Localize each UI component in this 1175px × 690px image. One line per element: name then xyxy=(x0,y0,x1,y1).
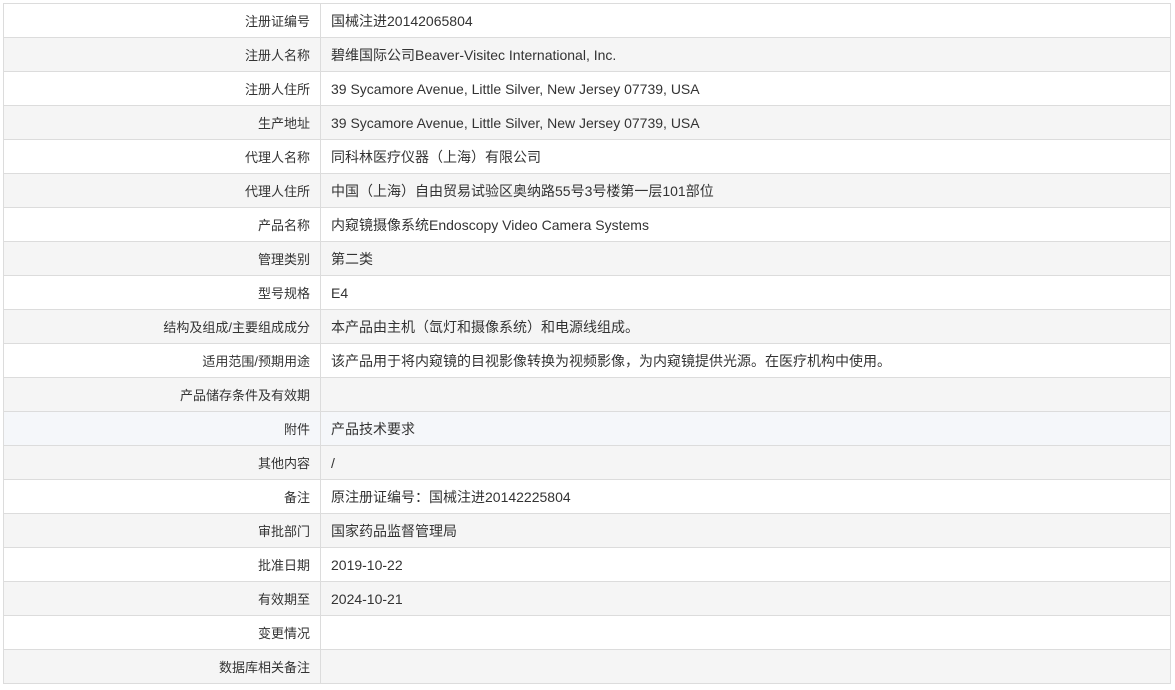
table-row-attachment: 附件 产品技术要求 xyxy=(3,411,1171,446)
row-value: 2019-10-22 xyxy=(320,547,1171,582)
row-value: 原注册证编号：国械注进20142225804 xyxy=(320,479,1171,514)
row-label: 管理类别 xyxy=(3,241,321,276)
row-label: 批准日期 xyxy=(3,547,321,582)
row-label: 其他内容 xyxy=(3,445,321,480)
row-label: 注册人名称 xyxy=(3,37,321,72)
row-label: 注册证编号 xyxy=(3,3,321,38)
table-row-registration-number: 注册证编号 国械注进20142065804 xyxy=(3,3,1171,38)
registration-detail-table: 注册证编号 国械注进20142065804 注册人名称 碧维国际公司Beaver… xyxy=(3,3,1171,684)
table-row-management-category: 管理类别 第二类 xyxy=(3,241,1171,276)
row-value: 39 Sycamore Avenue, Little Silver, New J… xyxy=(320,71,1171,106)
table-row-product-name: 产品名称 内窥镜摄像系统Endoscopy Video Camera Syste… xyxy=(3,207,1171,242)
table-row-registrant-address: 注册人住所 39 Sycamore Avenue, Little Silver,… xyxy=(3,71,1171,106)
table-row-agent-address: 代理人住所 中国（上海）自由贸易试验区奥纳路55号3号楼第一层101部位 xyxy=(3,173,1171,208)
row-value: 碧维国际公司Beaver-Visitec International, Inc. xyxy=(320,37,1171,72)
row-label: 有效期至 xyxy=(3,581,321,616)
row-value xyxy=(320,377,1171,412)
row-label: 型号规格 xyxy=(3,275,321,310)
row-label: 审批部门 xyxy=(3,513,321,548)
row-value: E4 xyxy=(320,275,1171,310)
table-row-intended-use: 适用范围/预期用途 该产品用于将内窥镜的目视影像转换为视频影像，为内窥镜提供光源… xyxy=(3,343,1171,378)
row-label: 附件 xyxy=(3,411,321,446)
table-row-valid-until: 有效期至 2024-10-21 xyxy=(3,581,1171,616)
row-label: 备注 xyxy=(3,479,321,514)
row-value: 该产品用于将内窥镜的目视影像转换为视频影像，为内窥镜提供光源。在医疗机构中使用。 xyxy=(320,343,1171,378)
row-value: 本产品由主机（氙灯和摄像系统）和电源线组成。 xyxy=(320,309,1171,344)
row-label: 数据库相关备注 xyxy=(3,649,321,684)
row-value: 内窥镜摄像系统Endoscopy Video Camera Systems xyxy=(320,207,1171,242)
row-label: 产品储存条件及有效期 xyxy=(3,377,321,412)
table-row-model-spec: 型号规格 E4 xyxy=(3,275,1171,310)
row-value: 国家药品监督管理局 xyxy=(320,513,1171,548)
row-value: / xyxy=(320,445,1171,480)
table-row-change-status: 变更情况 xyxy=(3,615,1171,650)
table-row-approval-department: 审批部门 国家药品监督管理局 xyxy=(3,513,1171,548)
table-row-approval-date: 批准日期 2019-10-22 xyxy=(3,547,1171,582)
table-row-agent-name: 代理人名称 同科林医疗仪器（上海）有限公司 xyxy=(3,139,1171,174)
row-value: 同科林医疗仪器（上海）有限公司 xyxy=(320,139,1171,174)
row-label: 适用范围/预期用途 xyxy=(3,343,321,378)
table-row-database-remarks: 数据库相关备注 xyxy=(3,649,1171,684)
row-value: 中国（上海）自由贸易试验区奥纳路55号3号楼第一层101部位 xyxy=(320,173,1171,208)
table-row-structure-composition: 结构及组成/主要组成成分 本产品由主机（氙灯和摄像系统）和电源线组成。 xyxy=(3,309,1171,344)
table-row-other-content: 其他内容 / xyxy=(3,445,1171,480)
row-value: 第二类 xyxy=(320,241,1171,276)
row-value: 产品技术要求 xyxy=(320,411,1171,446)
row-value: 39 Sycamore Avenue, Little Silver, New J… xyxy=(320,105,1171,140)
row-label: 注册人住所 xyxy=(3,71,321,106)
row-value xyxy=(320,615,1171,650)
row-value: 2024-10-21 xyxy=(320,581,1171,616)
row-value: 国械注进20142065804 xyxy=(320,3,1171,38)
row-label: 代理人住所 xyxy=(3,173,321,208)
table-row-registrant-name: 注册人名称 碧维国际公司Beaver-Visitec International… xyxy=(3,37,1171,72)
table-row-storage-validity: 产品储存条件及有效期 xyxy=(3,377,1171,412)
row-label: 结构及组成/主要组成成分 xyxy=(3,309,321,344)
row-label: 变更情况 xyxy=(3,615,321,650)
row-value xyxy=(320,649,1171,684)
row-label: 产品名称 xyxy=(3,207,321,242)
table-row-production-address: 生产地址 39 Sycamore Avenue, Little Silver, … xyxy=(3,105,1171,140)
row-label: 生产地址 xyxy=(3,105,321,140)
row-label: 代理人名称 xyxy=(3,139,321,174)
table-row-remarks: 备注 原注册证编号：国械注进20142225804 xyxy=(3,479,1171,514)
